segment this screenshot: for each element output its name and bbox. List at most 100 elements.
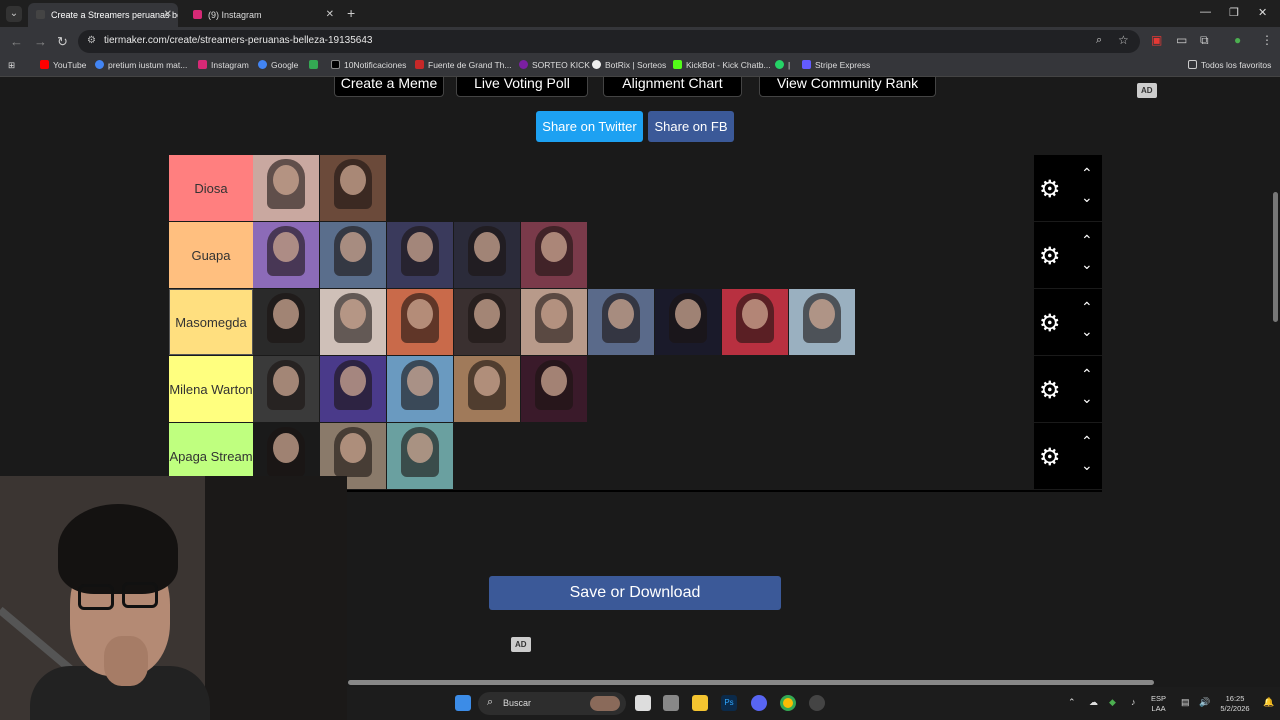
profile-avatar[interactable]: ●	[1234, 33, 1241, 47]
share-twitter-button[interactable]: Share on Twitter	[536, 111, 643, 142]
move-tier-up-icon[interactable]: ⌃	[1081, 232, 1093, 249]
move-tier-up-icon[interactable]: ⌃	[1081, 299, 1093, 316]
tier-settings-gear-icon[interactable]: ⚙	[1039, 242, 1061, 271]
tier-settings-gear-icon[interactable]: ⚙	[1039, 175, 1061, 204]
tier-item-image[interactable]	[320, 222, 386, 288]
bookmark-kickbot[interactable]: KickBot - Kick Chatb...	[673, 60, 771, 70]
site-info-icon[interactable]: ⚙	[87, 35, 96, 46]
tier-label[interactable]: Milena Warton	[169, 356, 253, 422]
tier-item-image[interactable]	[655, 289, 721, 355]
close-window-icon[interactable]: ✕	[1258, 6, 1267, 19]
tier-item-image[interactable]	[253, 289, 319, 355]
bookmark-pretium[interactable]: pretium iustum mat...	[95, 60, 187, 70]
vertical-scrollbar[interactable]	[1270, 77, 1280, 677]
extension-icon[interactable]: ▣	[1151, 33, 1162, 47]
clock[interactable]: 16:25 5/2/2026	[1213, 694, 1257, 714]
tier-item-image[interactable]	[454, 289, 520, 355]
tier-item-image[interactable]	[387, 289, 453, 355]
bookmark-star-icon[interactable]: ☆	[1118, 33, 1129, 47]
file-explorer-icon[interactable]	[692, 695, 708, 711]
obs-icon[interactable]	[809, 695, 825, 711]
move-tier-down-icon[interactable]: ⌄	[1081, 189, 1093, 206]
task-view-icon[interactable]	[635, 695, 651, 711]
tier-item-image[interactable]	[789, 289, 855, 355]
bookmark-instagram[interactable]: Instagram	[198, 60, 249, 70]
menu-dots-icon[interactable]: ⋮	[1261, 33, 1273, 47]
tier-label[interactable]: Masomegda	[169, 289, 253, 355]
bookmark-sorteo-kick[interactable]: SORTEO KICK	[519, 60, 590, 70]
tier-item-image[interactable]	[320, 289, 386, 355]
close-tab-icon[interactable]: ✕	[326, 3, 334, 27]
tier-label[interactable]: Diosa	[169, 155, 253, 221]
photoshop-icon[interactable]: Ps	[721, 695, 737, 711]
tier-item-image[interactable]	[253, 155, 319, 221]
tier-items[interactable]	[253, 356, 1034, 422]
tier-item-image[interactable]	[387, 356, 453, 422]
tier-item-image[interactable]	[253, 222, 319, 288]
network-icon[interactable]: ▤	[1181, 697, 1190, 708]
minimize-icon[interactable]: —	[1200, 6, 1211, 18]
zoom-icon[interactable]: ⌕	[1096, 34, 1102, 47]
bookmark-youtube[interactable]: YouTube	[40, 60, 86, 70]
show-hidden-icons[interactable]: ⌃	[1068, 697, 1076, 708]
tray-app-icon[interactable]: ◆	[1109, 697, 1116, 708]
app-icon[interactable]	[663, 695, 679, 711]
tier-item-image[interactable]	[521, 222, 587, 288]
language-indicator[interactable]: ESP LAA	[1151, 694, 1166, 714]
microphone-icon[interactable]: ♪	[1131, 697, 1136, 707]
tier-item-image[interactable]	[253, 356, 319, 422]
tab-tiermaker[interactable]: Create a Streamers peruanas be ✕	[28, 3, 178, 27]
apps-grid-icon[interactable]: ⊞	[8, 60, 15, 71]
tier-item-image[interactable]	[320, 155, 386, 221]
share-fb-button[interactable]: Share on FB	[648, 111, 734, 142]
notification-bell-icon[interactable]: 🔔	[1263, 697, 1274, 708]
volume-icon[interactable]: 🔊	[1199, 697, 1210, 708]
restore-icon[interactable]: ❐	[1229, 6, 1239, 19]
tier-label[interactable]: Guapa	[169, 222, 253, 288]
chrome-icon[interactable]	[780, 695, 796, 711]
tier-item-image[interactable]	[387, 423, 453, 489]
tab-instagram[interactable]: (9) Instagram ✕	[185, 3, 340, 27]
bookmark-extension[interactable]	[309, 60, 322, 70]
bookmark-stripe-express[interactable]: Stripe Express	[802, 60, 870, 70]
save-download-button[interactable]: Save or Download	[489, 576, 781, 610]
bookmark-fuente-gta[interactable]: Fuente de Grand Th...	[415, 60, 511, 70]
bookmark-whatsapp[interactable]: |	[775, 60, 790, 70]
move-tier-down-icon[interactable]: ⌄	[1081, 457, 1093, 474]
tier-item-image[interactable]	[722, 289, 788, 355]
taskbar-search[interactable]: ⌕ Buscar	[478, 692, 626, 715]
create-meme-button[interactable]: Create a Meme	[334, 77, 444, 97]
discord-icon[interactable]	[751, 695, 767, 711]
ad-badge[interactable]: AD	[511, 637, 531, 652]
live-voting-poll-button[interactable]: Live Voting Poll	[456, 77, 588, 97]
extension-icon[interactable]: ▭	[1176, 33, 1187, 47]
move-tier-down-icon[interactable]: ⌄	[1081, 390, 1093, 407]
close-tab-icon[interactable]: ✕	[164, 3, 172, 27]
extensions-puzzle-icon[interactable]: ⧉	[1200, 33, 1209, 48]
tier-settings-gear-icon[interactable]: ⚙	[1039, 309, 1061, 338]
bookmark-10notificaciones[interactable]: 10Notificaciones	[331, 60, 406, 70]
bookmark-botrix[interactable]: BotRix | Sorteos	[592, 60, 666, 70]
alignment-chart-button[interactable]: Alignment Chart	[603, 77, 742, 97]
back-icon[interactable]: ←	[10, 34, 23, 49]
tier-settings-gear-icon[interactable]: ⚙	[1039, 443, 1061, 472]
ad-badge[interactable]: AD	[1137, 83, 1157, 98]
tier-item-image[interactable]	[521, 356, 587, 422]
tier-settings-gear-icon[interactable]: ⚙	[1039, 376, 1061, 405]
horizontal-scroll-thumb[interactable]	[348, 680, 1154, 685]
windows-start-icon[interactable]	[455, 695, 471, 711]
reload-icon[interactable]: ↻	[57, 34, 68, 50]
new-tab-button[interactable]: +	[347, 5, 355, 21]
tier-item-image[interactable]	[454, 222, 520, 288]
address-bar[interactable]: ⚙ tiermaker.com/create/streamers-peruana…	[78, 30, 1140, 53]
tier-items[interactable]	[253, 222, 1034, 288]
bookmark-google[interactable]: Google	[258, 60, 298, 70]
move-tier-down-icon[interactable]: ⌄	[1081, 323, 1093, 340]
move-tier-up-icon[interactable]: ⌃	[1081, 165, 1093, 182]
all-bookmarks-folder[interactable]: Todos los favoritos	[1188, 60, 1271, 70]
tier-item-image[interactable]	[588, 289, 654, 355]
tier-items[interactable]	[253, 289, 1034, 355]
tier-item-image[interactable]	[320, 356, 386, 422]
view-community-rank-button[interactable]: View Community Rank	[759, 77, 936, 97]
tab-search-icon[interactable]: ⌄	[6, 6, 22, 22]
